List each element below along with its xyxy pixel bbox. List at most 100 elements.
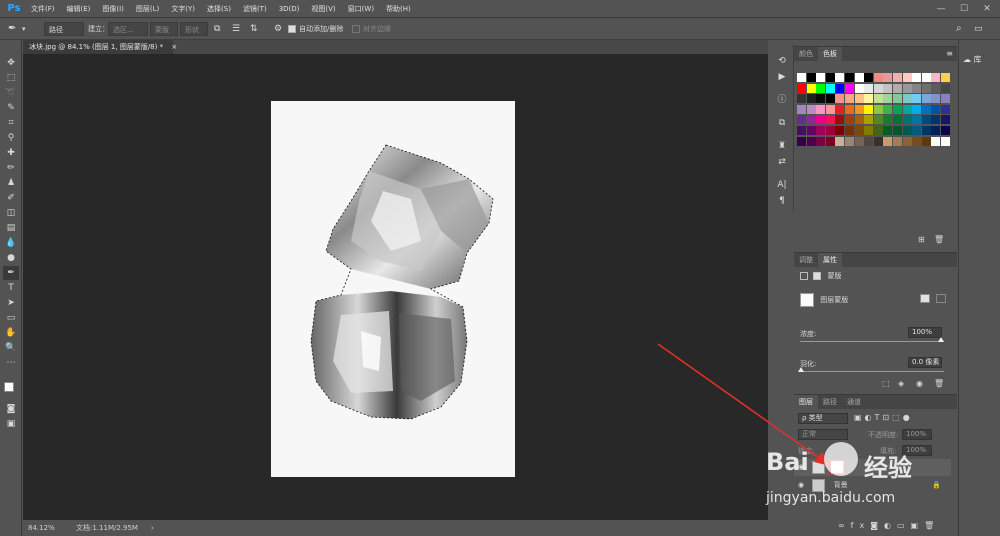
maximize-button[interactable]: ☐ [953, 2, 975, 16]
align-edges-checkbox[interactable]: 对齐边缘 [352, 22, 391, 36]
color-swatch[interactable] [941, 115, 950, 125]
menu-item[interactable]: 选择(S) [201, 0, 237, 18]
move-tool-icon[interactable]: ✥ [3, 56, 19, 70]
color-swatch[interactable] [864, 94, 874, 104]
tab-color[interactable]: 颜色 [794, 47, 818, 61]
color-swatch[interactable] [854, 115, 864, 125]
color-swatch[interactable] [912, 83, 922, 93]
color-swatch[interactable] [845, 126, 854, 135]
mode-select[interactable]: 路径 [44, 22, 84, 36]
color-swatch[interactable] [893, 94, 902, 104]
color-swatch[interactable] [893, 136, 902, 146]
color-swatch[interactable] [835, 126, 845, 135]
color-swatch[interactable] [835, 83, 845, 93]
color-swatch[interactable] [931, 83, 941, 93]
color-swatch[interactable] [854, 136, 864, 146]
color-swatch[interactable] [825, 126, 835, 135]
color-swatch[interactable] [854, 83, 864, 93]
character-icon[interactable]: A| [774, 178, 790, 192]
color-swatch[interactable] [921, 136, 931, 146]
menu-item[interactable]: 编辑(E) [61, 0, 97, 18]
brush-tool-icon[interactable]: ✏ [3, 161, 19, 175]
menu-item[interactable]: 窗口(W) [342, 0, 380, 18]
color-swatch[interactable] [816, 136, 826, 146]
color-swatch[interactable] [835, 73, 845, 82]
color-swatch[interactable] [931, 136, 941, 146]
color-swatch[interactable] [845, 115, 854, 125]
color-swatch[interactable] [806, 136, 816, 146]
color-swatch[interactable] [893, 115, 902, 125]
color-swatch[interactable] [873, 104, 883, 114]
color-swatch[interactable] [816, 94, 826, 104]
color-swatch[interactable] [825, 94, 835, 104]
color-swatch[interactable] [931, 73, 941, 82]
color-swatch[interactable] [893, 126, 902, 135]
color-swatch[interactable] [912, 115, 922, 125]
color-swatch[interactable] [825, 115, 835, 125]
menu-item[interactable]: 文字(Y) [165, 0, 201, 18]
make-shape-button[interactable]: 形状 [180, 22, 208, 36]
color-swatch[interactable] [902, 136, 912, 146]
apply-mask-icon[interactable]: ◈ [898, 379, 904, 388]
vector-mask-icon[interactable] [813, 272, 822, 280]
background-visibility-eye-icon[interactable]: ◉ [798, 481, 804, 489]
color-swatch[interactable] [806, 104, 816, 114]
color-swatch[interactable] [931, 104, 941, 114]
menu-item[interactable]: 帮助(H) [380, 0, 417, 18]
tab-properties[interactable]: 属性 [818, 253, 842, 267]
color-swatch[interactable] [797, 83, 806, 93]
load-selection-icon[interactable]: ⬚ [882, 379, 890, 388]
color-swatch[interactable] [845, 73, 854, 82]
color-swatch[interactable] [845, 104, 854, 114]
color-swatch[interactable] [835, 115, 845, 125]
search-icon[interactable]: ⌕ [956, 22, 962, 36]
clone-stamp-tool-icon[interactable]: ♟ [3, 176, 19, 190]
color-swatch[interactable] [797, 115, 806, 125]
color-swatch[interactable] [816, 126, 826, 135]
hand-tool-icon[interactable]: ✋ [3, 326, 19, 340]
document-tab[interactable]: 冰块.jpg @ 84.1% (图层 1, 图层蒙版/8) * × [23, 40, 177, 54]
color-swatch[interactable] [941, 73, 950, 82]
color-swatch[interactable] [902, 94, 912, 104]
color-swatch[interactable] [931, 94, 941, 104]
background-layer-name[interactable]: 背景 [834, 481, 848, 489]
color-swatch[interactable] [921, 73, 931, 82]
document-tab-close-icon[interactable]: × [171, 43, 177, 51]
color-swatch[interactable] [912, 104, 922, 114]
pixel-mask-icon[interactable] [800, 272, 808, 280]
color-swatch[interactable] [902, 83, 912, 93]
color-swatch[interactable] [921, 126, 931, 135]
menu-item[interactable]: 视图(V) [305, 0, 341, 18]
color-swatch[interactable] [893, 73, 902, 82]
quick-mask-icon[interactable]: ◙ [3, 402, 19, 416]
fill-value[interactable]: 100% [902, 445, 932, 456]
make-selection-button[interactable]: 选区... [108, 22, 148, 36]
color-swatch[interactable] [902, 115, 912, 125]
color-swatch[interactable] [816, 115, 826, 125]
minimize-button[interactable]: — [930, 2, 952, 16]
color-swatch[interactable] [893, 83, 902, 93]
color-swatch[interactable] [835, 136, 845, 146]
color-swatch[interactable] [797, 104, 806, 114]
color-swatch[interactable] [825, 73, 835, 82]
color-swatch[interactable] [931, 115, 941, 125]
color-swatch[interactable] [912, 94, 922, 104]
color-swatch[interactable] [835, 94, 845, 104]
color-swatch[interactable] [873, 115, 883, 125]
color-swatch[interactable] [864, 115, 874, 125]
tab-adjustments[interactable]: 调整 [794, 253, 818, 267]
zoom-tool-icon[interactable]: 🔍 [3, 341, 19, 355]
marquee-tool-icon[interactable]: ⬚ [3, 71, 19, 85]
feather-value[interactable]: 0.0 像素 [908, 357, 942, 368]
zoom-level[interactable]: 84.12% [28, 520, 55, 536]
density-value[interactable]: 100% [908, 327, 942, 338]
opacity-value[interactable]: 100% [902, 429, 932, 440]
color-swatch[interactable] [816, 73, 826, 82]
layers-panel-footer-icons[interactable]: ∞fx◙◐▭▣🗑 [838, 521, 940, 530]
color-swatch[interactable] [873, 94, 883, 104]
history-icon[interactable]: ⟲ [774, 54, 790, 68]
color-swatch[interactable] [931, 126, 941, 135]
pen-tool-icon[interactable]: ✒ [8, 22, 16, 36]
color-swatch[interactable] [797, 136, 806, 146]
color-swatch[interactable] [921, 83, 931, 93]
